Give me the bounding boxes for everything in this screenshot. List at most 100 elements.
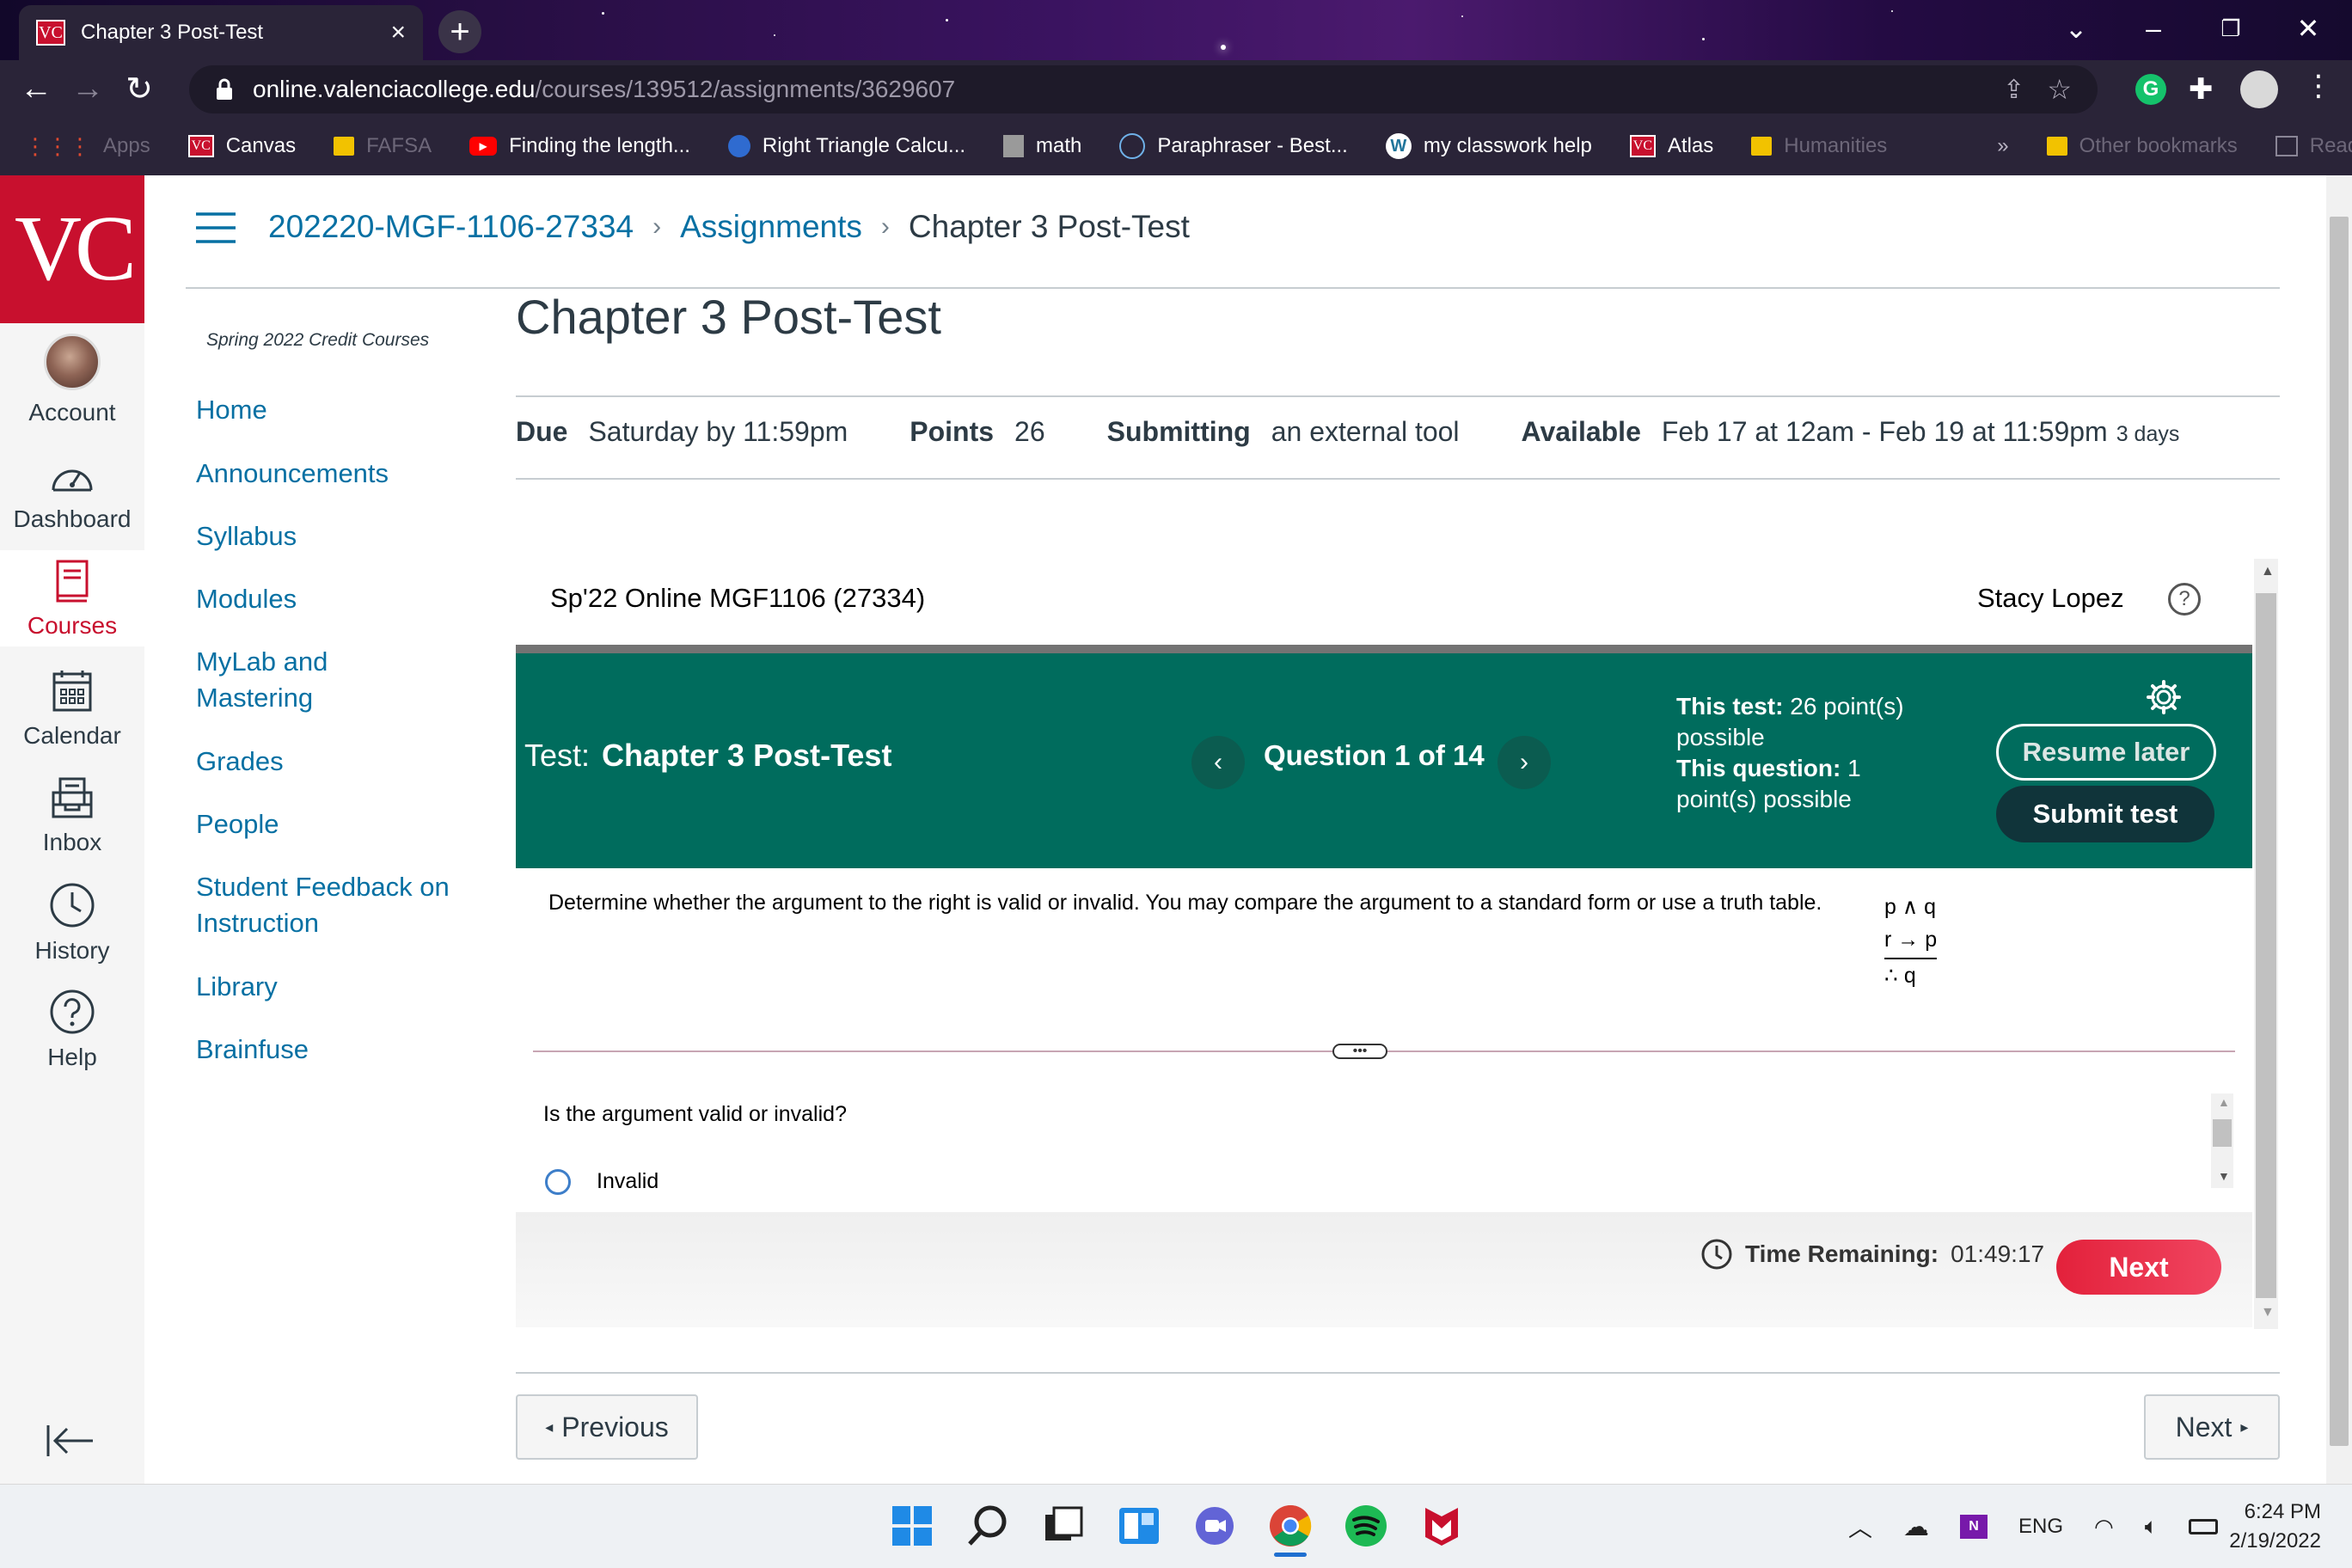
tool-course-label: Sp'22 Online MGF1106 (27334) — [550, 583, 926, 613]
reading-list[interactable]: Reading list — [2275, 134, 2352, 158]
bookmark-apps[interactable]: ⋮⋮⋮ Apps — [24, 133, 150, 160]
tab-close-icon[interactable]: × — [390, 18, 406, 47]
course-nav-syllabus[interactable]: Syllabus — [196, 518, 297, 554]
question-position: Question 1 of 14 — [1264, 739, 1485, 771]
assignment-details: Due Saturday by 11:59pm Points 26 Submit… — [516, 416, 2179, 448]
onedrive-cloud-icon[interactable]: ☁ — [1903, 1512, 1929, 1542]
url-path: /courses/139512/assignments/3629607 — [535, 76, 956, 102]
course-menu-hamburger-icon[interactable] — [194, 211, 237, 244]
bookmark-right-triangle[interactable]: Right Triangle Calcu... — [727, 134, 965, 158]
expand-handle-icon[interactable]: ••• — [1332, 1044, 1387, 1059]
submit-test-button[interactable]: Submit test — [1996, 786, 2214, 842]
invalid-radio[interactable] — [545, 1169, 571, 1195]
tool-frame-scroll-thumb[interactable] — [2256, 593, 2276, 1298]
reading-list-icon — [2275, 136, 2298, 156]
bookmark-atlas[interactable]: VC Atlas — [1629, 134, 1713, 158]
course-nav-student-feedback[interactable]: Student Feedback on Instruction — [196, 869, 471, 941]
taskbar-clock[interactable]: 6:24 PM 2/19/2022 — [2218, 1498, 2321, 1556]
extensions-puzzle-icon[interactable]: ✚ — [2189, 72, 2214, 107]
global-nav-account[interactable]: Account — [0, 334, 144, 426]
forward-arrow-icon[interactable]: → — [62, 63, 113, 114]
global-nav-dashboard[interactable]: Dashboard — [0, 459, 144, 533]
next-module-item-button[interactable]: Next ▸ — [2144, 1394, 2280, 1460]
test-title: Test: Chapter 3 Post-Test — [524, 738, 892, 773]
global-nav-inbox[interactable]: Inbox — [0, 775, 144, 856]
page-scroll-thumb[interactable] — [2330, 217, 2349, 1446]
valencia-logo[interactable]: VC — [0, 175, 144, 323]
mcafee-icon[interactable] — [1418, 1503, 1465, 1549]
previous-question-button[interactable]: ‹ — [1191, 736, 1245, 789]
tool-help-icon[interactable]: ? — [2168, 583, 2201, 616]
bookmark-finding-length[interactable]: ▶ Finding the length... — [469, 134, 690, 158]
argument-line: r → p — [1884, 923, 1938, 959]
available-value: Feb 17 at 12am - Feb 19 at 11:59pm — [1661, 416, 2108, 447]
browser-tab-active[interactable]: VC Chapter 3 Post-Test × — [19, 5, 423, 60]
close-window-button[interactable]: ✕ — [2269, 7, 2347, 50]
bookmark-classwork-help[interactable]: Wmy classwork help — [1385, 133, 1592, 159]
restore-button[interactable]: ❐ — [2192, 7, 2269, 50]
bookmark-star-icon[interactable]: ☆ — [2047, 73, 2072, 106]
breadcrumb-assignments-link[interactable]: Assignments — [680, 209, 862, 245]
address-bar[interactable]: online.valenciacollege.edu/courses/13951… — [189, 65, 2098, 113]
settings-gear-icon[interactable] — [2146, 679, 2182, 715]
windows-start-icon[interactable] — [889, 1503, 935, 1549]
breadcrumb-course-link[interactable]: 202220-MGF-1106-27334 — [268, 209, 634, 245]
tab-search-chevron-icon[interactable]: ⌄ — [2037, 7, 2115, 50]
onenote-icon[interactable]: N — [1960, 1515, 1988, 1539]
url-host: online.valenciacollege.edu — [253, 76, 536, 102]
tray-overflow-chevron-icon[interactable]: ︿ — [1848, 1510, 1872, 1544]
answer-scrollbar[interactable]: ▲ ▼ — [2211, 1093, 2233, 1188]
bookmark-humanities[interactable]: Humanities — [1751, 134, 1887, 158]
course-nav-people[interactable]: People — [196, 806, 279, 842]
task-view-icon[interactable] — [1040, 1503, 1087, 1549]
global-nav-calendar[interactable]: Calendar — [0, 669, 144, 750]
course-nav-library[interactable]: Library — [196, 969, 278, 1005]
course-nav-modules[interactable]: Modules — [196, 581, 297, 617]
details-divider — [516, 478, 2280, 480]
profile-avatar-icon[interactable] — [2240, 70, 2278, 108]
header-divider — [186, 287, 2280, 289]
inbox-icon — [52, 777, 93, 818]
share-icon[interactable]: ⇪ — [2003, 75, 2024, 105]
apps-grid-icon: ⋮⋮⋮ — [24, 132, 91, 159]
resume-later-button[interactable]: Resume later — [1996, 724, 2216, 781]
back-arrow-icon[interactable]: ← — [10, 63, 62, 114]
search-icon[interactable] — [965, 1503, 1011, 1549]
new-tab-button[interactable]: + — [438, 10, 481, 53]
teams-chat-icon[interactable] — [1191, 1503, 1238, 1549]
course-nav-home[interactable]: Home — [196, 392, 267, 428]
invalid-option-label[interactable]: Invalid — [597, 1169, 658, 1194]
next-question-button[interactable]: › — [1498, 736, 1551, 789]
course-nav-brainfuse[interactable]: Brainfuse — [196, 1032, 309, 1068]
more-bookmarks-chevron-icon[interactable]: » — [1997, 134, 2008, 158]
course-nav-grades[interactable]: Grades — [196, 744, 284, 780]
global-nav-history[interactable]: History — [0, 882, 144, 965]
browser-menu-icon[interactable]: ⋮ — [2304, 69, 2333, 103]
bookmark-canvas[interactable]: VC Canvas — [187, 134, 296, 158]
widgets-icon[interactable] — [1116, 1503, 1162, 1549]
global-nav-courses[interactable]: Courses — [0, 550, 144, 646]
next-button[interactable]: Next — [2056, 1240, 2221, 1295]
previous-module-item-button[interactable]: ◂ Previous — [516, 1394, 698, 1460]
volume-icon[interactable]: 🔈︎ — [2145, 1513, 2159, 1540]
vc-favicon-icon: VC — [187, 135, 214, 157]
spotify-icon[interactable] — [1343, 1503, 1389, 1549]
bookmark-fafsa[interactable]: FAFSA — [334, 134, 432, 158]
battery-icon[interactable] — [2189, 1519, 2219, 1534]
chrome-taskbar-icon[interactable] — [1267, 1503, 1314, 1549]
wifi-icon[interactable]: ◠ — [2094, 1514, 2114, 1540]
other-bookmarks[interactable]: Other bookmarks — [2046, 134, 2238, 158]
course-nav-announcements[interactable]: Announcements — [196, 456, 389, 492]
tool-user-name: Stacy Lopez — [1977, 583, 2124, 613]
collapse-nav-icon[interactable] — [45, 1422, 96, 1460]
minimize-button[interactable]: – — [2115, 7, 2192, 50]
reload-icon[interactable]: ↻ — [113, 63, 165, 114]
youtube-icon: ▶ — [469, 137, 498, 156]
due-value: Saturday by 11:59pm — [588, 416, 848, 447]
bookmark-paraphraser[interactable]: Paraphraser - Best... — [1119, 133, 1348, 159]
language-indicator[interactable]: ENG — [2018, 1515, 2063, 1539]
bookmark-math[interactable]: math — [1003, 134, 1081, 158]
global-nav-help[interactable]: Help — [0, 989, 144, 1071]
grammarly-extension-icon[interactable]: G — [2135, 74, 2166, 105]
course-nav-mylab[interactable]: MyLab and Mastering — [196, 644, 368, 716]
